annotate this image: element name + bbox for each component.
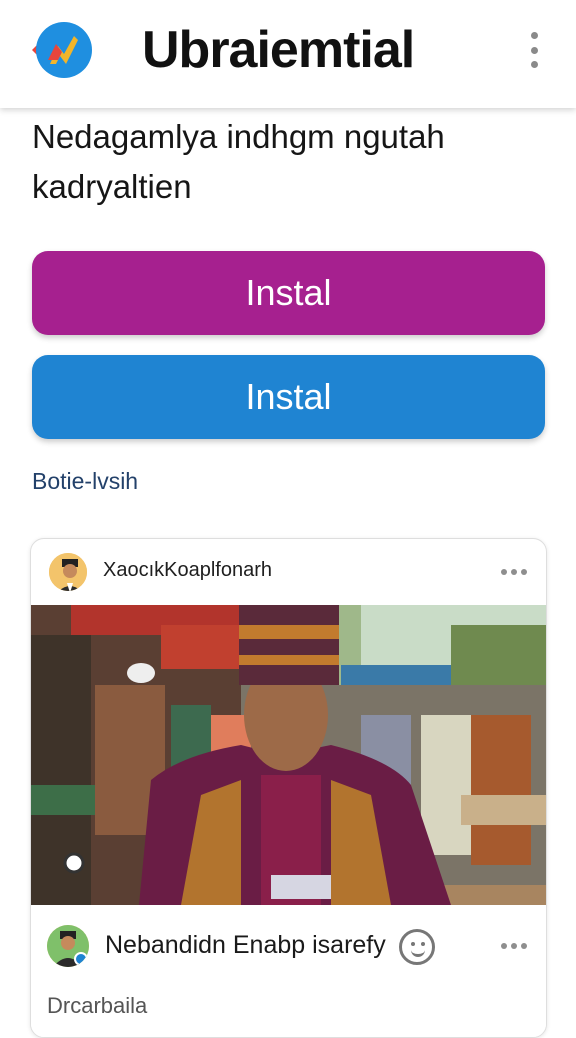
more-horizontal-icon[interactable]: [501, 569, 527, 575]
emoji-icon[interactable]: [399, 929, 435, 965]
headline-line-1: Nedagamlya indhgm ngutah: [32, 118, 445, 155]
install-button-secondary[interactable]: Instal: [32, 355, 545, 439]
post-author[interactable]: XaocıkKoaplfonarh: [103, 559, 272, 582]
avatar[interactable]: [47, 925, 89, 967]
headline-line-2: kadryaltien: [32, 168, 192, 205]
app-bar: Ubraiemtial: [0, 0, 576, 108]
post-footer: Nebandidn Enabp isarefy Drcarbaila: [31, 905, 546, 1037]
more-vertical-icon[interactable]: [524, 32, 544, 68]
post-footer-name[interactable]: Nebandidn Enabp isarefy: [105, 931, 386, 960]
install-button-primary[interactable]: Instal: [32, 251, 545, 335]
post-header: XaocıkKoaplfonarh: [31, 539, 546, 603]
more-horizontal-icon[interactable]: [501, 943, 527, 949]
app-title: Ubraiemtial: [142, 21, 415, 79]
post-photo[interactable]: [31, 605, 547, 905]
page-headline: Nedagamlya indhgm ngutah kadryaltien: [32, 112, 552, 212]
chart-logo-icon[interactable]: [30, 20, 94, 80]
post-footer-subtitle: Drcarbaila: [47, 993, 148, 1018]
avatar[interactable]: [47, 551, 89, 593]
post-card: XaocıkKoaplfonarh Nebandidn Enabp isaref…: [30, 538, 547, 1038]
section-link[interactable]: Botie-lvsih: [32, 468, 138, 495]
